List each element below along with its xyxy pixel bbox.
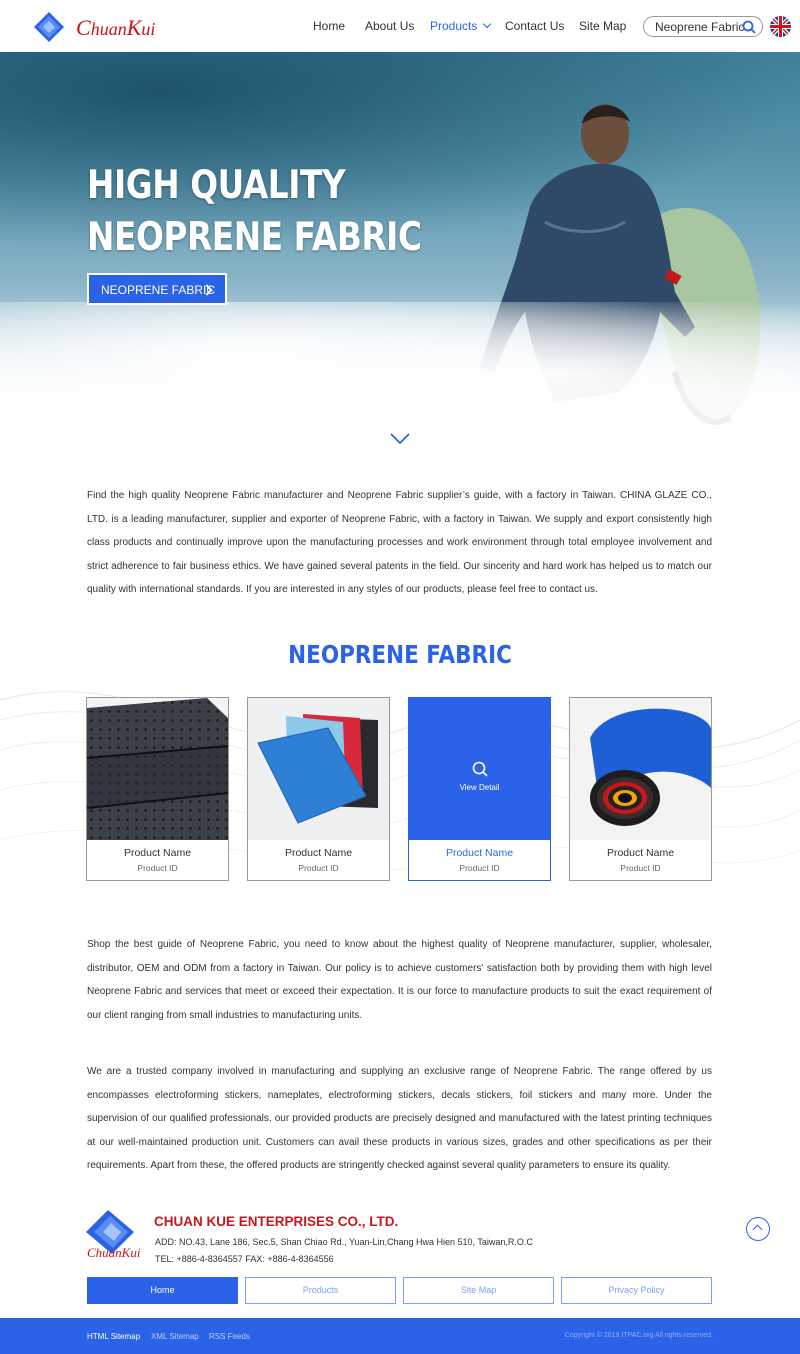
product-card-hovered[interactable]: View Detail Product Name Product ID <box>408 697 551 881</box>
company-contact: TEL: +886-4-8364557 FAX: +886-4-8364556 <box>155 1254 334 1264</box>
site-header: ChuanKui Home About Us Products Contact … <box>0 0 800 52</box>
scroll-down-icon[interactable] <box>390 432 410 446</box>
hero-title: HIGH QUALITY NEOPRENE FABRIC <box>87 160 422 264</box>
hero-title-line1: HIGH QUALITY <box>87 163 346 208</box>
body-text-2: We are a trusted company involved in man… <box>87 1066 712 1171</box>
copyright: Copyright © 2019 ITPAC.org All rights re… <box>564 1332 713 1339</box>
chevron-down-icon <box>483 19 492 29</box>
nav-products-label: Products <box>430 19 478 33</box>
hero-cta-label: NEOPRENE FABRIC <box>101 283 216 297</box>
hero-foam <box>0 302 800 472</box>
company-name: CHUAN KUE ENTERPRISES CO., LTD. <box>154 1214 399 1229</box>
body-text-1: Shop the best guide of Neoprene Fabric, … <box>87 939 712 1021</box>
nav-contact-us[interactable]: Contact Us <box>505 19 564 33</box>
company-address: ADD: NO.43, Lane 186, Sec.5, Shan Chiao … <box>155 1237 533 1247</box>
product-id: Product ID <box>298 863 339 873</box>
view-detail-label: View Detail <box>459 783 500 792</box>
product-id: Product ID <box>459 863 500 873</box>
product-image-perforated-neoprene <box>87 698 228 840</box>
logo-diamond-icon <box>34 12 64 42</box>
nav-products[interactable]: Products <box>430 19 492 33</box>
product-id: Product ID <box>137 863 178 873</box>
product-card[interactable]: Product Name Product ID <box>247 697 390 881</box>
nav-home[interactable]: Home <box>313 19 345 33</box>
search-input[interactable]: Neoprene Fabric <box>643 16 763 37</box>
nav-site-map[interactable]: Site Map <box>579 19 626 33</box>
product-image-colored-sheets <box>248 698 389 840</box>
hero-cta-button[interactable]: NEOPRENE FABRIC <box>87 273 227 305</box>
footer-button-privacy-policy[interactable]: Privacy Policy <box>561 1277 712 1304</box>
site-logo[interactable]: ChuanKui <box>34 8 174 46</box>
product-card[interactable]: Product Name Product ID <box>569 697 712 881</box>
hero-banner: HIGH QUALITY NEOPRENE FABRIC NEOPRENE FA… <box>0 52 800 472</box>
intro-text: Find the high quality Neoprene Fabric ma… <box>87 490 712 595</box>
search-value: Neoprene Fabric <box>655 20 745 34</box>
html-sitemap-link[interactable]: HTML Sitemap <box>87 1332 140 1341</box>
product-hover-overlay[interactable]: View Detail <box>409 698 550 840</box>
footer-button-site-map[interactable]: Site Map <box>403 1277 554 1304</box>
logo-wordmark: ChuanKui <box>76 15 156 40</box>
product-name: Product Name <box>445 847 514 859</box>
search-icon[interactable] <box>742 20 756 34</box>
rss-feeds-link[interactable]: RSS Feeds <box>209 1332 250 1341</box>
back-to-top-button[interactable] <box>746 1217 770 1241</box>
magnifier-icon <box>472 761 488 777</box>
uk-flag-icon[interactable] <box>770 16 791 37</box>
bottom-bar: HTML Sitemap XML Sitemap RSS Feeds Copyr… <box>0 1318 800 1354</box>
hero-title-line2: NEOPRENE FABRIC <box>87 215 422 260</box>
footer-logo-wordmark: ChuanKui <box>87 1245 141 1260</box>
product-name: Product Name <box>606 847 675 859</box>
chevron-up-icon <box>752 1224 763 1235</box>
product-id: Product ID <box>620 863 661 873</box>
xml-sitemap-link[interactable]: XML Sitemap <box>151 1332 199 1341</box>
product-name: Product Name <box>123 847 192 859</box>
product-card[interactable]: Product Name Product ID <box>86 697 229 881</box>
footer-button-products[interactable]: Products <box>245 1277 396 1304</box>
product-image-rolled-fabric <box>570 698 711 840</box>
nav-about-us[interactable]: About Us <box>365 19 414 33</box>
footer-button-home[interactable]: Home <box>87 1277 238 1304</box>
section-title: NEOPRENE FABRIC <box>288 640 512 669</box>
product-name: Product Name <box>284 847 353 859</box>
